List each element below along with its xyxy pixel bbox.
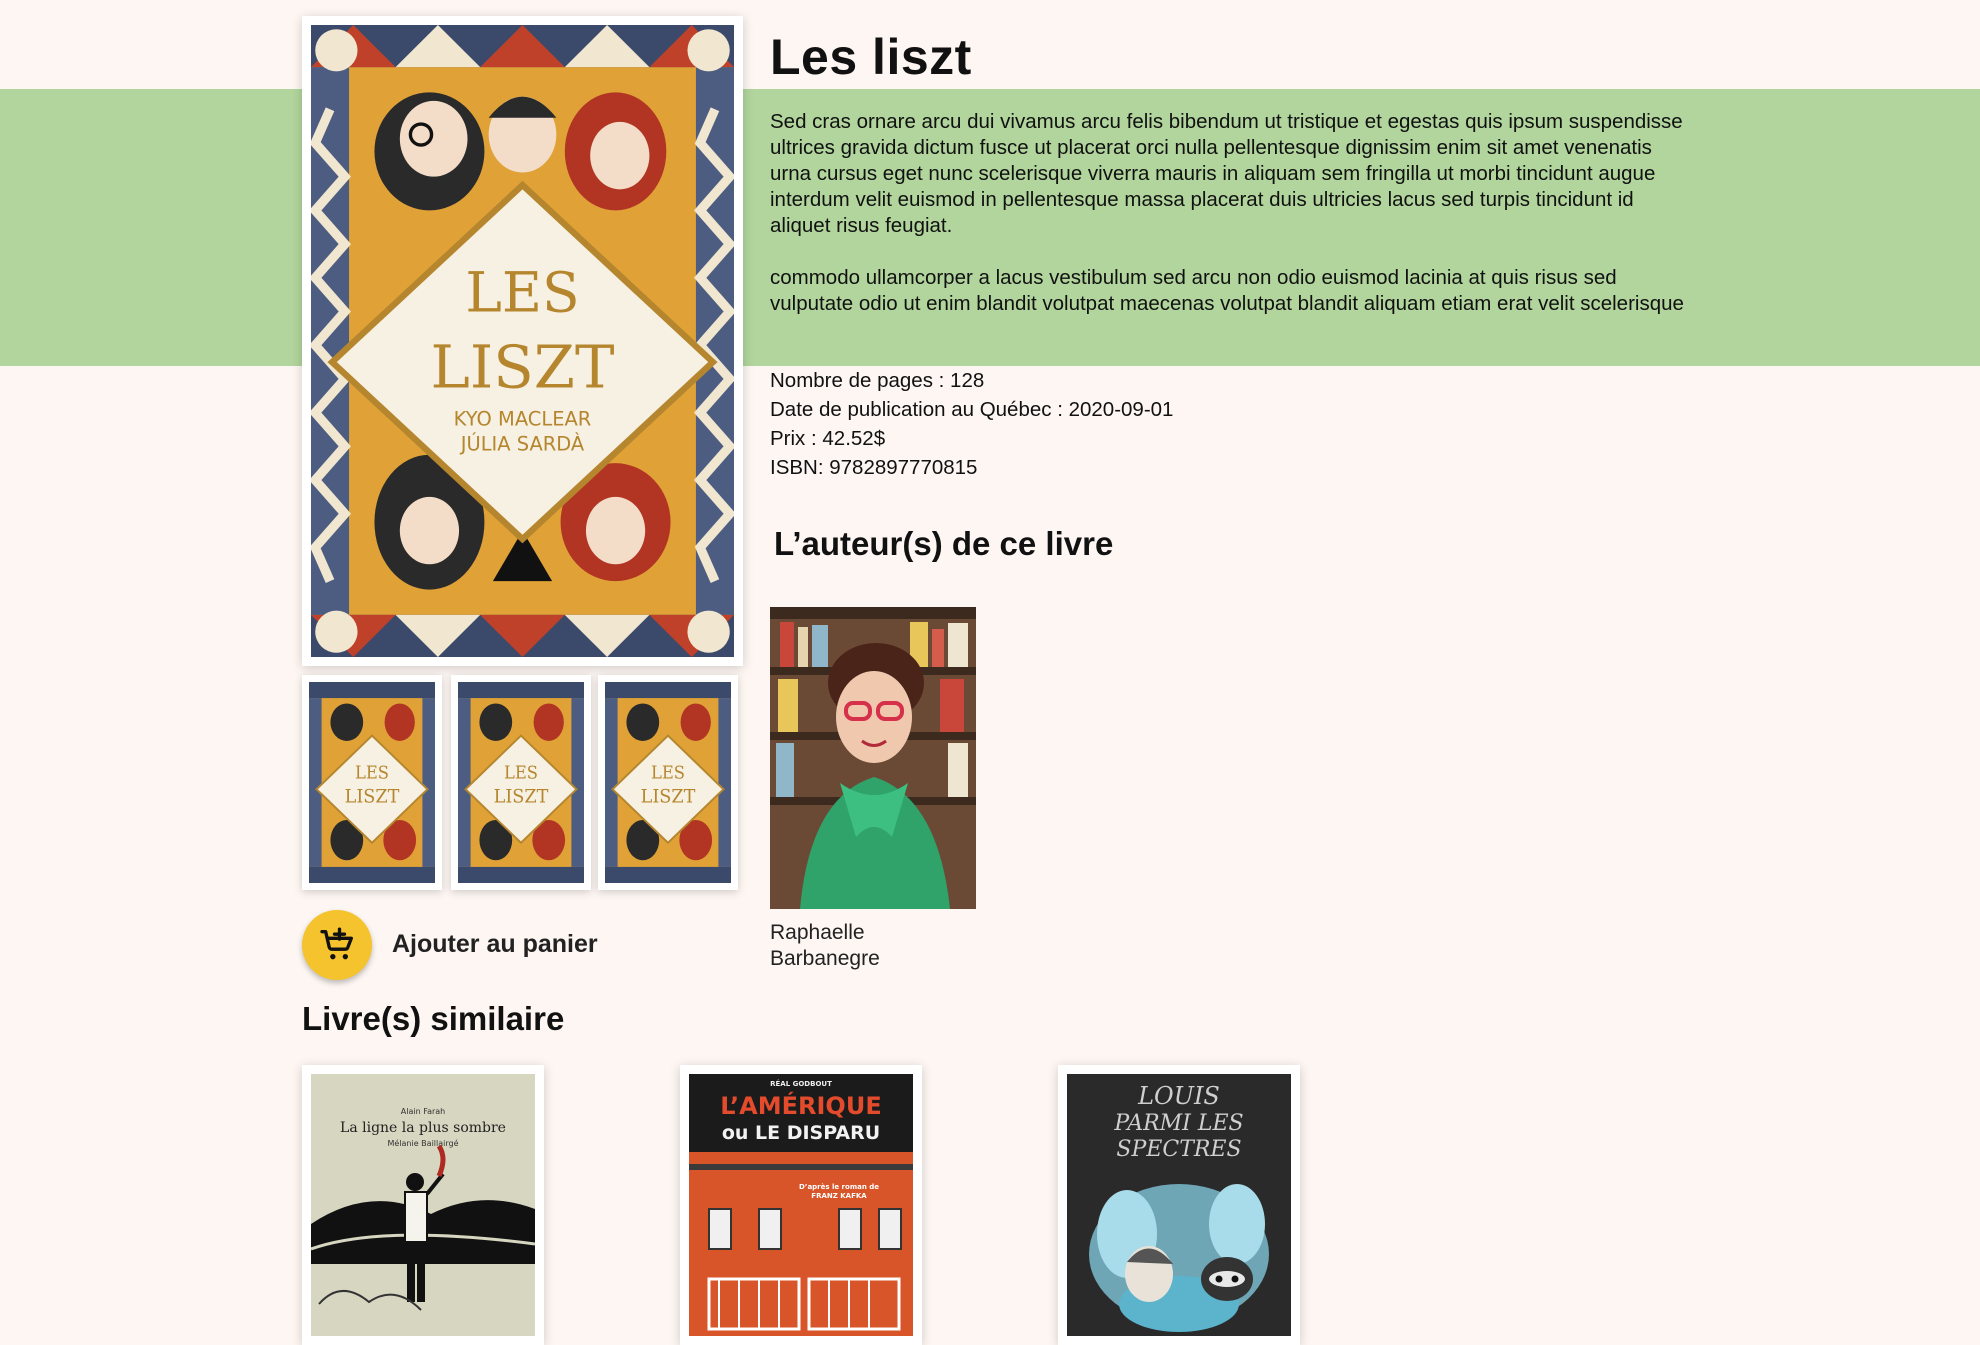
similar-book-subtitle2: FRANZ KAFKA	[811, 1192, 867, 1200]
similar-book-title: La ligne la plus sombre	[340, 1120, 506, 1136]
cart-plus-icon	[320, 927, 353, 960]
similar-book-subtitle1: D’après le roman de	[799, 1183, 879, 1191]
description-paragraph-2: commodo ullamcorper a lacus vestibulum s…	[770, 266, 1684, 315]
similar-book-3[interactable]: LOUIS PARMI LES SPECTRES	[1058, 1065, 1300, 1345]
add-to-cart-label[interactable]: Ajouter au panier	[392, 930, 598, 959]
similar-book-2[interactable]: RÉAL GODBOUT L’AMÉRIQUE ou LE DISPARU D’…	[680, 1065, 922, 1345]
similar-book-1[interactable]: Alain Farah La ligne la plus sombre Méla…	[302, 1065, 544, 1345]
similar-book-illustrator: Mélanie Baillairgé	[387, 1138, 458, 1148]
isbn: ISBN: 9782897770815	[770, 456, 978, 479]
similar-book-cover: LOUIS PARMI LES SPECTRES	[1067, 1074, 1291, 1336]
author-portrait	[770, 607, 976, 909]
book-metadata: Nombre de pages : 128 Date de publicatio…	[770, 366, 1173, 482]
book-title: Les liszt	[770, 29, 972, 85]
publication-date: Date de publication au Québec : 2020-09-…	[770, 398, 1174, 421]
authors-heading: L’auteur(s) de ce livre	[774, 525, 1114, 562]
cover-author1: KYO MACLEAR	[454, 407, 592, 430]
similar-book-publisher: RÉAL GODBOUT	[770, 1079, 832, 1088]
thumb-title-line1: LES	[355, 762, 389, 783]
similar-book-title-line1: LOUIS	[1137, 1082, 1220, 1110]
similar-book-author: Alain Farah	[401, 1107, 445, 1116]
thumb-title-line2: LISZT	[641, 786, 696, 808]
price: Prix : 42.52$	[770, 427, 886, 450]
thumb-title-line2: LISZT	[494, 786, 549, 808]
similar-book-title-line3: SPECTRES	[1116, 1137, 1241, 1162]
thumb-title-line1: LES	[504, 762, 538, 783]
book-description: Sed cras ornare arcu dui vivamus arcu fe…	[770, 109, 1690, 343]
similar-book-cover: RÉAL GODBOUT L’AMÉRIQUE ou LE DISPARU D’…	[689, 1074, 913, 1336]
author-photo[interactable]	[770, 607, 976, 909]
similar-book-cover: Alain Farah La ligne la plus sombre Méla…	[311, 1074, 535, 1336]
similar-book-title-line1: L’AMÉRIQUE	[720, 1091, 881, 1120]
page-count: Nombre de pages : 128	[770, 369, 985, 392]
add-to-cart-button[interactable]	[302, 910, 372, 980]
similar-book-title-line2: PARMI LES	[1113, 1111, 1243, 1136]
cover-title-line2: LISZT	[431, 332, 615, 401]
thumbnail-art: LES LISZT	[605, 682, 731, 883]
thumb-title-line1: LES	[651, 762, 685, 783]
cover-title-line1: LES	[465, 261, 579, 325]
thumb-title-line2: LISZT	[345, 786, 400, 808]
similar-books-heading: Livre(s) similaire	[302, 1000, 565, 1037]
cover-thumbnail-2[interactable]: LES LISZT	[451, 675, 591, 890]
main-cover-image: LES LISZT KYO MACLEAR JÚLIA SARDÀ	[302, 16, 743, 666]
cover-author2: JÚLIA SARDÀ	[460, 432, 585, 456]
author-name[interactable]: Raphaelle Barbanegre	[770, 920, 970, 972]
thumbnail-art: LES LISZT	[458, 682, 584, 883]
cover-thumbnail-3[interactable]: LES LISZT	[598, 675, 738, 890]
similar-book-title-line2: ou LE DISPARU	[722, 1122, 880, 1144]
cover-art: LES LISZT KYO MACLEAR JÚLIA SARDÀ	[311, 25, 734, 657]
cover-thumbnail-1[interactable]: LES LISZT	[302, 675, 442, 890]
thumbnail-art: LES LISZT	[309, 682, 435, 883]
description-paragraph-1: Sed cras ornare arcu dui vivamus arcu fe…	[770, 110, 1683, 237]
